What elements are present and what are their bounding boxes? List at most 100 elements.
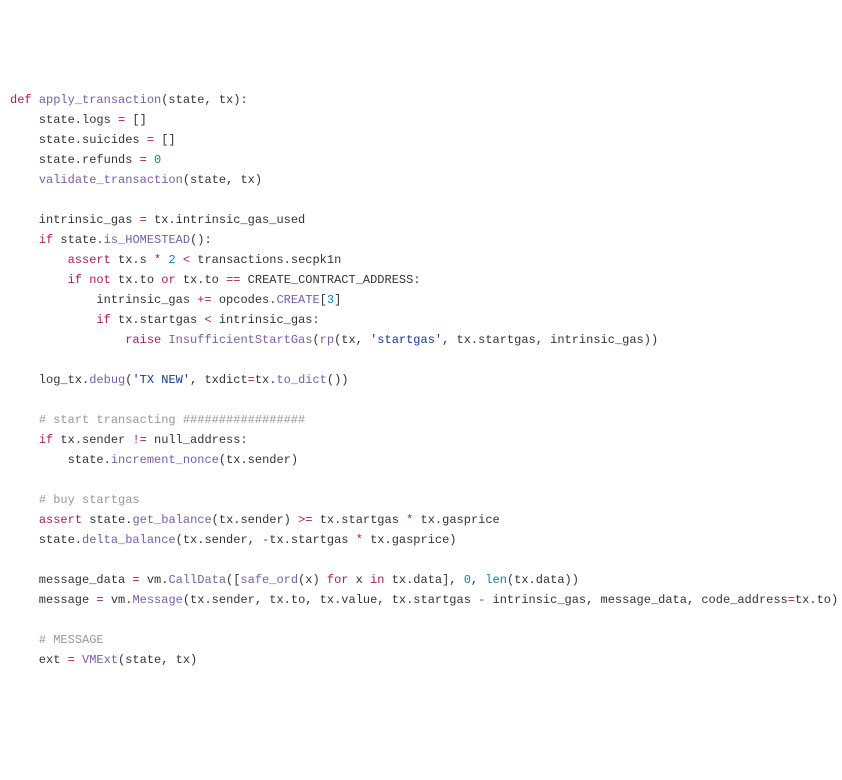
code-token: (tx.sender) xyxy=(219,453,298,467)
code-token xyxy=(10,313,96,327)
code-token: (tx.sender) xyxy=(212,513,298,527)
code-token: validate_transaction xyxy=(39,173,183,187)
code-token: state. xyxy=(82,513,132,527)
code-token: tx.startgas xyxy=(269,533,355,547)
code-token: 'startgas' xyxy=(370,333,442,347)
code-token: (tx.sender, xyxy=(176,533,262,547)
code-token: ext xyxy=(10,653,68,667)
code-token: [] xyxy=(154,133,176,147)
code-token: len xyxy=(485,573,507,587)
code-token: tx.startgas xyxy=(111,313,205,327)
code-token: intrinsic_gas xyxy=(10,213,140,227)
code-token: if xyxy=(68,273,82,287)
code-token: ( xyxy=(312,333,319,347)
code-token: CREATE xyxy=(276,293,319,307)
code-token: (): xyxy=(190,233,212,247)
code-token: opcodes. xyxy=(212,293,277,307)
code-token: , txdict xyxy=(190,373,248,387)
code-token: , tx.startgas, intrinsic_gas)) xyxy=(442,333,658,347)
code-token: state.suicides xyxy=(10,133,147,147)
code-token: log_tx. xyxy=(10,373,89,387)
code-token: = xyxy=(68,653,75,667)
code-token: apply_transaction xyxy=(39,93,161,107)
code-token: delta_balance xyxy=(82,533,176,547)
code-token: not xyxy=(89,273,111,287)
code-token: = xyxy=(140,213,147,227)
code-token: >= xyxy=(298,513,312,527)
code-token: intrinsic_gas, message_data, code_addres… xyxy=(485,593,787,607)
code-token: (state, tx): xyxy=(161,93,247,107)
code-token: CREATE_CONTRACT_ADDRESS: xyxy=(240,273,420,287)
code-token: CallData xyxy=(168,573,226,587)
code-token: tx.s xyxy=(111,253,154,267)
code-token: ([ xyxy=(226,573,240,587)
code-token xyxy=(10,633,39,647)
code-token: for xyxy=(327,573,349,587)
code-token: - xyxy=(478,593,485,607)
code-token: safe_ord xyxy=(240,573,298,587)
code-token: if xyxy=(39,433,53,447)
code-token: in xyxy=(370,573,384,587)
code-token: InsufficientStartGas xyxy=(168,333,312,347)
code-token: transactions.secpk1n xyxy=(190,253,341,267)
code-token: if xyxy=(39,233,53,247)
code-token: (state, tx) xyxy=(118,653,197,667)
code-token: intrinsic_gas xyxy=(10,293,197,307)
code-token: state.logs xyxy=(10,113,118,127)
code-token: if xyxy=(96,313,110,327)
code-token: tx.intrinsic_gas_used xyxy=(147,213,305,227)
code-token: get_balance xyxy=(132,513,211,527)
code-token: tx.gasprice) xyxy=(363,533,457,547)
code-token: 0 xyxy=(464,573,471,587)
code-token: tx.data], xyxy=(385,573,464,587)
code-token xyxy=(10,253,68,267)
code-token xyxy=(10,433,39,447)
code-token: (tx, xyxy=(334,333,370,347)
code-token: [] xyxy=(125,113,147,127)
code-token: increment_nonce xyxy=(111,453,219,467)
code-token xyxy=(10,273,68,287)
code-token: == xyxy=(226,273,240,287)
code-token: raise xyxy=(125,333,161,347)
code-token: to_dict xyxy=(276,373,326,387)
code-token xyxy=(147,153,154,167)
code-token: = xyxy=(248,373,255,387)
code-token xyxy=(10,233,39,247)
code-token: debug xyxy=(89,373,125,387)
code-token: 'TX NEW' xyxy=(132,373,190,387)
code-token xyxy=(10,413,39,427)
code-token xyxy=(10,333,125,347)
code-token: message_data xyxy=(10,573,132,587)
code-token xyxy=(10,493,39,507)
code-token: null_address: xyxy=(147,433,248,447)
code-token: message xyxy=(10,593,96,607)
code-token: vm. xyxy=(104,593,133,607)
code-token: state. xyxy=(53,233,103,247)
code-token: tx.to xyxy=(111,273,161,287)
code-token xyxy=(75,653,82,667)
code-token: vm. xyxy=(140,573,169,587)
code-block: def apply_transaction(state, tx): state.… xyxy=(10,90,832,670)
code-token: [ xyxy=(320,293,327,307)
code-token xyxy=(176,253,183,267)
code-token: 2 xyxy=(168,253,175,267)
code-token: < xyxy=(183,253,190,267)
code-token: (tx.data)) xyxy=(507,573,579,587)
code-token: = xyxy=(132,573,139,587)
code-token: tx. xyxy=(255,373,277,387)
code-token: < xyxy=(204,313,211,327)
code-token: intrinsic_gas: xyxy=(212,313,320,327)
code-token: state. xyxy=(10,453,111,467)
code-token: = xyxy=(140,153,147,167)
code-token: Message xyxy=(132,593,182,607)
code-token: rp xyxy=(320,333,334,347)
code-token: x xyxy=(348,573,370,587)
code-token: += xyxy=(197,293,211,307)
code-token: tx.startgas xyxy=(313,513,407,527)
code-token: tx.to xyxy=(176,273,226,287)
code-token: (x) xyxy=(298,573,327,587)
code-token: assert xyxy=(68,253,111,267)
code-token: tx.sender xyxy=(53,433,132,447)
code-token: 0 xyxy=(154,153,161,167)
code-token: (state, tx) xyxy=(183,173,262,187)
